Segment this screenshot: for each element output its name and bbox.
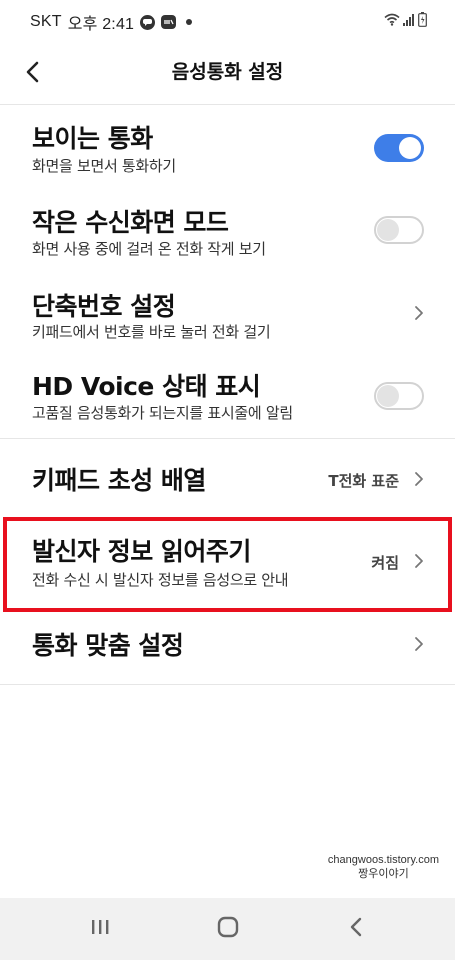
back-icon — [349, 916, 363, 942]
status-right — [384, 12, 427, 32]
setting-video-call[interactable]: 보이는 통화 화면을 보면서 통화하기 — [0, 105, 455, 191]
small-screen-toggle[interactable] — [374, 216, 424, 244]
recent-apps-icon — [90, 918, 110, 940]
setting-value: 켜짐 — [371, 554, 399, 572]
setting-subtitle: 전화 수신 시 발신자 정보를 음성으로 안내 — [32, 571, 289, 589]
divider — [0, 684, 455, 685]
setting-title: 작은 수신화면 모드 — [32, 208, 229, 237]
chevron-right-icon — [415, 472, 423, 486]
toggle-knob — [377, 385, 399, 407]
back-arrow-icon — [25, 61, 39, 87]
back-button[interactable] — [12, 54, 52, 94]
setting-title: 단축번호 설정 — [32, 292, 176, 321]
setting-subtitle: 화면 사용 중에 걸려 온 전화 작게 보기 — [32, 240, 266, 258]
setting-subtitle: 화면을 보면서 통화하기 — [32, 157, 176, 175]
app-header: 음성통화 설정 — [0, 44, 455, 104]
nav-back-button[interactable] — [326, 909, 386, 949]
chevron-right-icon — [415, 306, 423, 320]
setting-caller-info[interactable]: 발신자 정보 읽어주기 전화 수신 시 발신자 정보를 음성으로 안내 켜짐 — [0, 519, 455, 612]
watermark: changwoos.tistory.com 짱우이야기 — [328, 853, 439, 881]
wifi-icon — [384, 13, 400, 31]
setting-title: 발신자 정보 읽어주기 — [32, 537, 251, 566]
watermark-blog: 짱우이야기 — [358, 868, 409, 880]
page-title: 음성통화 설정 — [171, 61, 284, 83]
setting-subtitle: 고품질 음성통화가 되는지를 표시줄에 알림 — [32, 404, 293, 422]
setting-subtitle: 키패드에서 번호를 바로 눌러 전화 걸기 — [32, 323, 271, 341]
talk-bubble-icon — [140, 14, 156, 30]
chevron-right-icon — [415, 637, 423, 651]
home-button[interactable] — [198, 909, 258, 949]
setting-title: HD Voice 상태 표시 — [32, 372, 261, 401]
battery-icon — [418, 12, 427, 32]
home-icon — [217, 916, 239, 942]
navigation-bar — [0, 898, 455, 960]
app-icon — [161, 15, 177, 29]
setting-value: T전화 표준 — [328, 472, 399, 490]
watermark-url: changwoos.tistory.com — [327, 854, 439, 866]
setting-title: 보이는 통화 — [32, 124, 153, 153]
setting-hd-voice[interactable]: HD Voice 상태 표시 고품질 음성통화가 되는지를 표시줄에 알림 — [0, 361, 455, 438]
chevron-right-icon — [415, 554, 423, 568]
status-time: 오후 2:41 — [67, 16, 135, 33]
setting-call-custom[interactable]: 통화 맞춤 설정 — [0, 612, 455, 684]
setting-small-screen[interactable]: 작은 수신화면 모드 화면 사용 중에 걸려 온 전화 작게 보기 — [0, 191, 455, 277]
setting-title: 키패드 초성 배열 — [32, 466, 206, 495]
video-call-toggle[interactable] — [374, 134, 424, 162]
setting-keypad-initial[interactable]: 키패드 초성 배열 T전화 표준 — [0, 439, 455, 519]
notification-dot-icon — [186, 19, 193, 25]
setting-title: 통화 맞춤 설정 — [32, 631, 184, 660]
setting-speed-dial[interactable]: 단축번호 설정 키패드에서 번호를 바로 눌러 전화 걸기 — [0, 277, 455, 361]
status-bar: SKT 오후 2:41 — [0, 0, 455, 44]
carrier-label: SKT — [30, 13, 62, 30]
signal-icon — [403, 13, 415, 31]
toggle-knob — [399, 137, 421, 159]
recent-apps-button[interactable] — [70, 909, 130, 949]
hd-voice-toggle[interactable] — [374, 382, 424, 410]
status-left: SKT 오후 2:41 — [30, 10, 193, 34]
toggle-knob — [377, 219, 399, 241]
